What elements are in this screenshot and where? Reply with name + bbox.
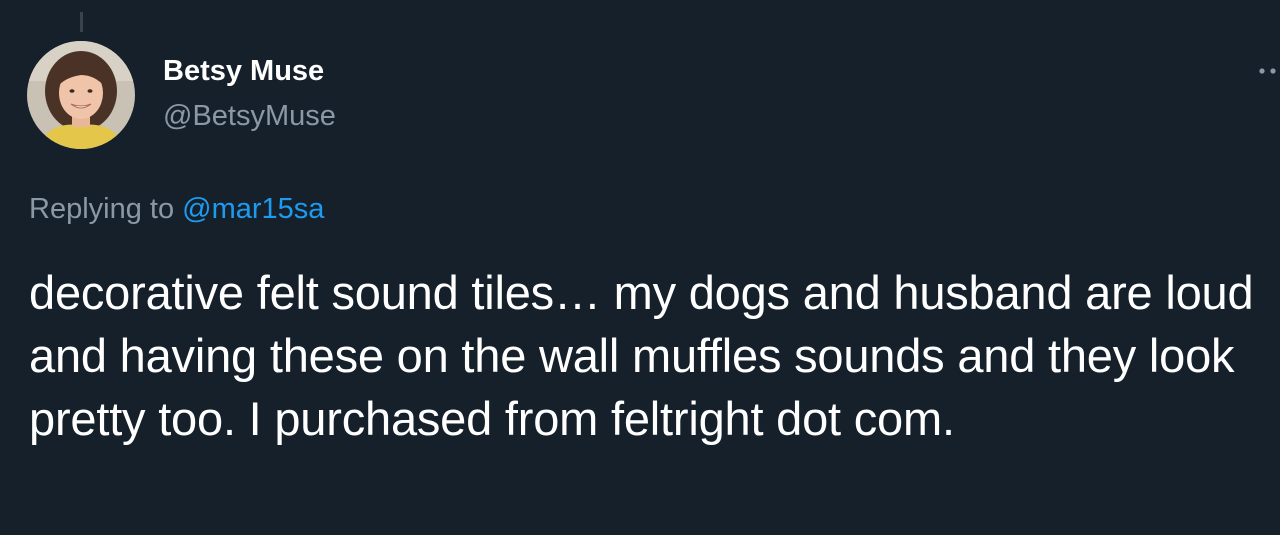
author-name[interactable]: Betsy Muse — [163, 54, 324, 88]
thread-connector-line — [80, 12, 83, 32]
replying-to-label: Replying to — [29, 193, 175, 225]
replying-to: Replying to @mar15sa — [29, 192, 324, 226]
more-horizontal-icon[interactable] — [1258, 60, 1280, 82]
avatar[interactable] — [27, 41, 135, 149]
tweet-text: decorative felt sound tiles… my dogs and… — [29, 266, 1254, 445]
author-handle[interactable]: @BetsyMuse — [163, 99, 336, 133]
tweet[interactable]: Betsy Muse @BetsyMuse Replying to @mar15… — [0, 0, 1280, 535]
replying-to-mention-link[interactable]: @mar15sa — [182, 193, 324, 225]
